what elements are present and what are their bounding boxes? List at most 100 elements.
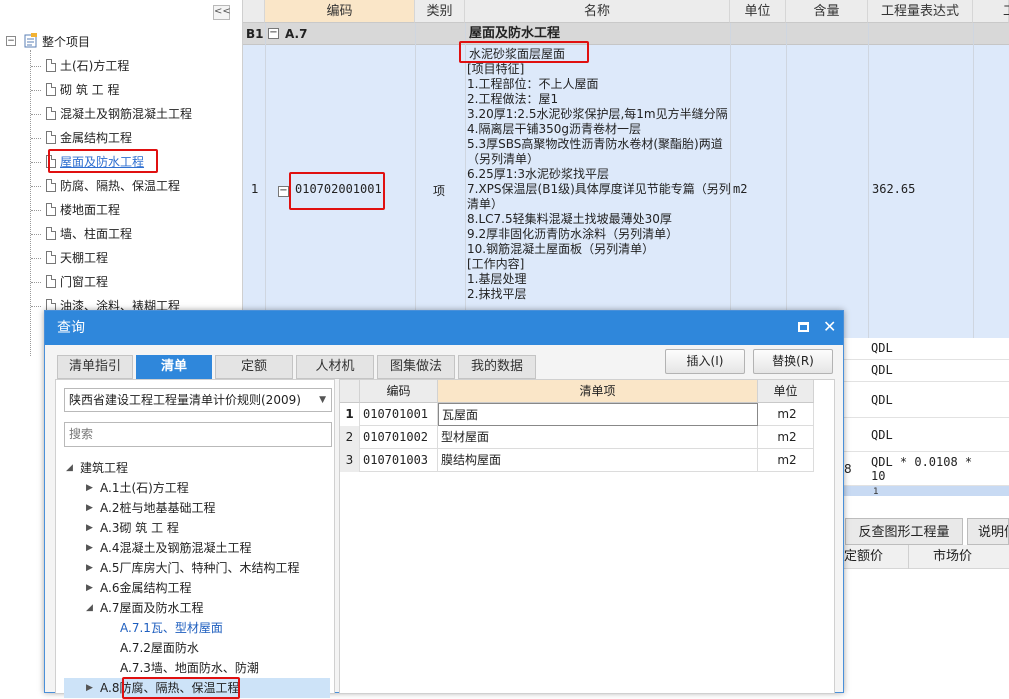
tab-bill[interactable]: 清单 (136, 355, 212, 379)
bill-tree-node[interactable]: A.7.3墙、地面防水、防潮 (120, 658, 259, 678)
bill-tree-node[interactable]: A.2桩与地基基础工程 (100, 498, 215, 518)
table-cell-n: 3 (340, 449, 360, 472)
tree-item[interactable]: 混凝土及钢筋混凝土工程 (60, 104, 192, 124)
tab-labor-material-machine[interactable]: 人材机 (296, 355, 374, 379)
table-cell-code: 010701001 (360, 403, 438, 426)
tree-item[interactable]: 天棚工程 (60, 248, 108, 268)
sub-row-expr[interactable]: QDL (871, 363, 893, 377)
expand-arrow-icon[interactable]: ▶ (86, 498, 93, 518)
callout-row-code (289, 172, 385, 210)
table-cell-n: 1 (340, 403, 360, 426)
tab-quota[interactable]: 定额 (215, 355, 293, 379)
sub-row-expr[interactable]: QDL (871, 341, 893, 355)
bill-standard-select[interactable]: 陕西省建设工程工程量清单计价规则(2009) ▼ (64, 388, 332, 412)
grid-header-code[interactable]: 编码 (265, 0, 415, 23)
document-icon (46, 131, 56, 144)
maximize-icon[interactable] (798, 322, 809, 332)
col-quota-price: 定额价 (843, 545, 909, 569)
collapse-arrow-icon[interactable]: ◢ (66, 458, 73, 478)
bill-tree-node[interactable]: A.7屋面及防水工程 (100, 598, 203, 618)
search-input[interactable]: 搜索 (64, 422, 332, 447)
bill-items-table: 编码 清单项 单位 1 010701001 瓦屋面 m2 2 010701002 型材屋面 m… (339, 379, 835, 694)
tree-item[interactable]: 楼地面工程 (60, 200, 120, 220)
bill-tree-node[interactable]: 建筑工程 (80, 458, 128, 478)
grid-header-index (243, 0, 265, 23)
bill-tree-node[interactable]: A.7.2屋面防水 (120, 638, 199, 658)
bottom-table-header: 定额价 市场价 (843, 545, 1009, 569)
tree-item[interactable]: 墙、柱面工程 (60, 224, 132, 244)
sub-row-partial-text: 1 (873, 487, 879, 497)
table-row[interactable]: 3 010701003 膜结构屋面 m2 (340, 449, 814, 472)
callout-row-name (459, 41, 589, 63)
grid-header-name[interactable]: 名称 (465, 0, 730, 23)
tab-atlas-practice[interactable]: 图集做法 (377, 355, 455, 379)
bill-tree-node[interactable]: A.4混凝土及钢筋混凝土工程 (100, 538, 251, 558)
collapse-arrow-icon[interactable]: ◢ (86, 598, 93, 618)
bill-tree-node[interactable]: A.5厂库房大门、特种门、木结构工程 (100, 558, 299, 578)
col-market-price: 市场价 (933, 549, 973, 564)
table-header-unit[interactable]: 单位 (758, 380, 814, 403)
bill-tree-node[interactable]: A.6金属结构工程 (100, 578, 191, 598)
collapse-panel-button[interactable]: << (213, 5, 231, 20)
sub-row-expr[interactable]: QDL (871, 393, 893, 407)
table-cell-name: 瓦屋面 (438, 403, 758, 426)
tree-item[interactable]: 砌 筑 工 程 (60, 80, 119, 100)
project-root-icon (24, 33, 37, 48)
expand-arrow-icon[interactable]: ▶ (86, 558, 93, 578)
tree-item[interactable]: 门窗工程 (60, 272, 108, 292)
chevron-down-icon: ▼ (319, 395, 326, 405)
table-header-code[interactable]: 编码 (360, 380, 438, 403)
sub-row-partial-digit: 8 (844, 462, 852, 476)
sub-row-expr[interactable]: QDL * 0.0108 * 10 (871, 455, 972, 483)
expand-arrow-icon[interactable]: ▶ (86, 478, 93, 498)
tree-item[interactable]: 金属结构工程 (60, 128, 132, 148)
table-cell-name: 膜结构屋面 (438, 449, 758, 472)
bill-tree-node[interactable]: A.3砌 筑 工 程 (100, 518, 179, 538)
grid-header-partial[interactable]: 工 (973, 0, 1009, 23)
tab-bill-guide[interactable]: 清单指引 (57, 355, 133, 379)
bill-tree-node[interactable]: A.1土(石)方工程 (100, 478, 189, 498)
insert-button[interactable]: 插入(I) (665, 349, 745, 374)
select-value: 陕西省建设工程工程量清单计价规则(2009) (69, 393, 301, 407)
selected-sub-row (843, 486, 1009, 496)
row-index: 1 (251, 182, 259, 196)
expand-arrow-icon[interactable]: ▶ (86, 578, 93, 598)
tab-reverse-graphic-quantity[interactable]: 反查图形工程量 (845, 518, 963, 545)
tree-item[interactable]: 防腐、隔热、保温工程 (60, 176, 180, 196)
row-quantity-expression[interactable]: 362.65 (872, 182, 915, 196)
table-row[interactable]: 2 010701002 型材屋面 m2 (340, 426, 814, 449)
row-type: 项 (433, 184, 446, 198)
table-header-bill-item[interactable]: 清单项 (438, 380, 758, 403)
root-collapse-toggle[interactable]: − (6, 36, 16, 46)
expand-arrow-icon[interactable]: ▶ (86, 518, 93, 538)
tab-description[interactable]: 说明信 (967, 518, 1009, 545)
expand-arrow-icon[interactable]: ▶ (86, 538, 93, 558)
section-collapse-toggle[interactable]: − (268, 28, 279, 39)
sub-row-expr[interactable]: QDL (871, 428, 893, 442)
search-placeholder: 搜索 (69, 427, 94, 441)
replace-button[interactable]: 替换(R) (753, 349, 833, 374)
tab-my-data[interactable]: 我的数据 (458, 355, 536, 379)
dialog-title: 查询 (45, 311, 843, 345)
document-icon (46, 179, 56, 192)
row-collapse-toggle[interactable]: − (278, 186, 289, 197)
table-cell-unit: m2 (758, 449, 814, 472)
callout-tree-roof (48, 149, 158, 173)
grid-header-unit[interactable]: 单位 (730, 0, 786, 23)
section-row-a7[interactable]: B1 − A.7 屋面及防水工程 (243, 23, 1009, 45)
document-icon (46, 59, 56, 72)
table-cell-code: 010701003 (360, 449, 438, 472)
callout-tree-selection (122, 677, 240, 699)
table-cell-code: 010701002 (360, 426, 438, 449)
tree-item[interactable]: 土(石)方工程 (60, 56, 129, 76)
grid-header-qty-expr[interactable]: 工程量表达式 (868, 0, 973, 23)
table-row[interactable]: 1 010701001 瓦屋面 m2 (340, 403, 814, 426)
grid-header-type[interactable]: 类别 (415, 0, 465, 23)
document-icon (46, 251, 56, 264)
expand-arrow-icon[interactable]: ▶ (86, 678, 93, 698)
close-icon[interactable]: ✕ (823, 317, 836, 336)
tree-root-label[interactable]: 整个项目 (42, 32, 90, 52)
table-cell-unit: m2 (758, 426, 814, 449)
grid-header-content[interactable]: 含量 (786, 0, 868, 23)
bill-tree-node[interactable]: A.7.1瓦、型材屋面 (120, 618, 223, 638)
